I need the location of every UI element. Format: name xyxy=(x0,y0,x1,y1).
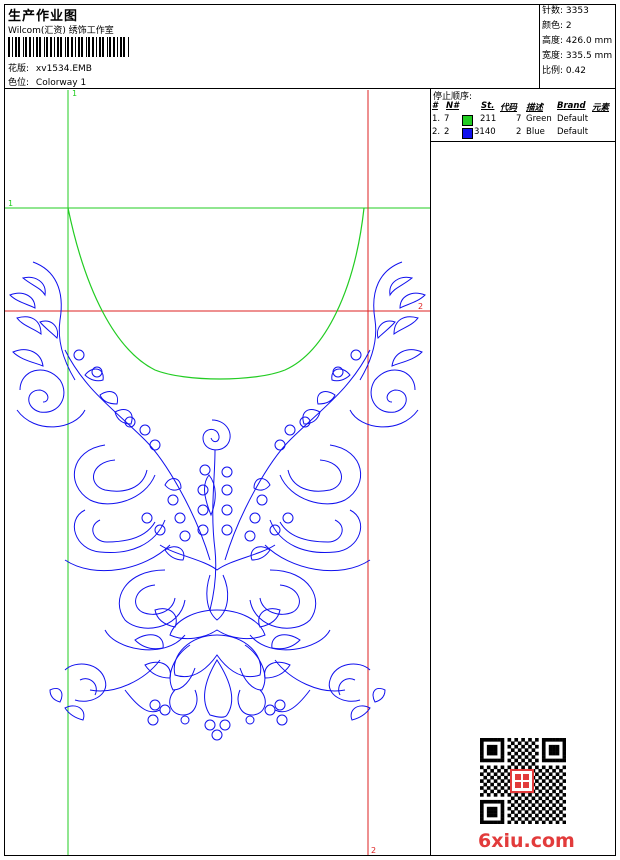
guide-label-green-left: 1 xyxy=(8,199,13,208)
neckline-curve xyxy=(67,207,365,380)
colorway-value: Colorway 1 xyxy=(35,78,87,88)
stat-stitches: 针数: 3353 xyxy=(542,6,589,16)
barcode-icon xyxy=(8,37,129,57)
embroidery-right-half xyxy=(224,261,426,726)
stat-colors: 颜色: 2 xyxy=(542,21,572,31)
design-name-row: 花版: xv1534.EMB xyxy=(8,61,92,74)
stat-height: 高度: 426.0 mm xyxy=(542,36,613,46)
embroidery-design-canvas: 1 1 2 2 xyxy=(5,90,430,855)
embroidery-pattern xyxy=(9,261,426,741)
colorway-label: 色位: xyxy=(8,78,30,88)
stop-row-1: 1. 7 211 7 Green Default xyxy=(432,114,589,126)
red-seal-icon xyxy=(510,769,534,793)
guide-label-red-bottom: 2 xyxy=(371,846,376,855)
stop-row-2: 2. 2 3140 2 Blue Default xyxy=(432,127,589,139)
header-divider xyxy=(4,88,616,89)
guide-label-green-top: 1 xyxy=(72,90,77,98)
stop-table-header: # N# St. 代码 描述 Brand 元素 xyxy=(432,101,610,113)
color-swatch-green xyxy=(462,115,473,126)
center-stem xyxy=(209,449,217,611)
panel-divider xyxy=(430,88,431,856)
page-title: 生产作业图 xyxy=(8,9,79,24)
watermark-logo: 6xiu.com xyxy=(478,830,575,852)
stat-width: 宽度: 335.5 mm xyxy=(542,51,613,61)
color-swatch-blue xyxy=(462,128,473,139)
embroidery-left-half xyxy=(9,261,211,726)
company-name: Wilcom(汇资) 绣饰工作室 xyxy=(8,26,114,36)
stats-block: 针数: 3353 颜色: 2 高度: 426.0 mm 宽度: 335.5 mm… xyxy=(542,4,612,79)
guide-label-red-right: 2 xyxy=(418,302,423,311)
colorway-row: 色位: Colorway 1 xyxy=(8,75,86,88)
stat-scale: 比例: 0.42 xyxy=(542,66,586,76)
stop-sequence-table: # N# St. 代码 描述 Brand 元素 1. 7 211 7 Green… xyxy=(432,101,616,140)
center-spiral xyxy=(202,419,231,451)
stats-divider xyxy=(539,4,540,88)
design-label: 花版: xyxy=(8,64,30,74)
design-value: xv1534.EMB xyxy=(35,64,92,74)
stop-table-divider xyxy=(430,141,616,142)
